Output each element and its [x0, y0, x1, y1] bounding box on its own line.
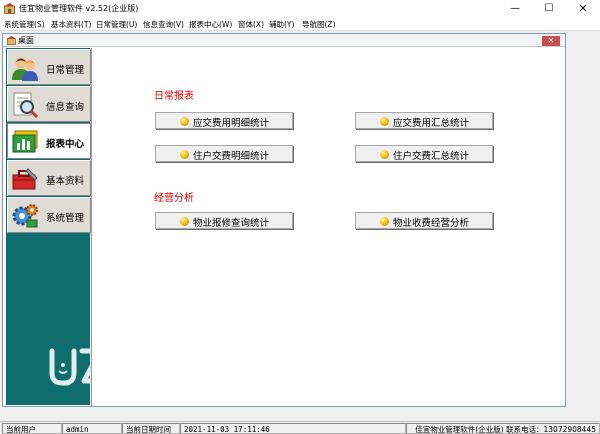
minimize-button[interactable]: — — [498, 0, 532, 18]
sidebar: 日常管理 信息查询 报表中心 基本资料 系统管理 — [6, 48, 107, 405]
child-window-title-bar: 桌面 ✕ — [3, 34, 565, 47]
payable-fees-summary-report-button[interactable]: 应交费用汇总统计 — [355, 112, 493, 129]
menu-bar: 系统管理(S) 基本资料(T) 日常管理(U) 信息查询(V) 报表中心(W) … — [0, 18, 600, 31]
bullet-icon — [180, 217, 189, 226]
button-label: 住户交费汇总统计 — [393, 151, 470, 162]
window-title: 佳宜物业管理软件 v2.52(企业版) — [19, 4, 139, 13]
bullet-icon — [180, 117, 189, 126]
status-app-info: 佳宜物业管理软件(企业版) 联系电话：13072908445 — [406, 423, 600, 434]
menu-navigation[interactable]: 导航图(Z) — [302, 19, 336, 30]
sidebar-item-basic-data[interactable]: 基本资料 — [7, 160, 91, 196]
gear-icon — [12, 204, 38, 228]
report-center-panel: 日常报表 应交费用明细统计 应交费用汇总统计 住户交费明细统计 住户交费汇总统计… — [91, 48, 565, 406]
sidebar-item-label: 报表中心 — [46, 139, 85, 150]
bullet-icon — [380, 217, 389, 226]
repair-query-report-button[interactable]: 物业报修查询统计 — [155, 212, 293, 229]
sidebar-item-reports[interactable]: 报表中心 — [7, 123, 91, 159]
bullet-icon — [380, 150, 389, 159]
bullet-icon — [380, 117, 389, 126]
fee-business-analysis-button[interactable]: 物业收费经营分析 — [355, 212, 493, 229]
button-label: 物业收费经营分析 — [393, 218, 470, 229]
menu-daily[interactable]: 日常管理(U) — [96, 19, 137, 30]
button-label: 住户交费明细统计 — [193, 151, 270, 162]
sidebar-item-daily[interactable]: 日常管理 — [7, 49, 91, 85]
menu-window[interactable]: 窗体(X) — [238, 19, 264, 30]
child-close-button[interactable]: ✕ — [542, 36, 560, 46]
resident-payments-summary-report-button[interactable]: 住户交费汇总统计 — [355, 145, 493, 162]
desktop-window: 桌面 ✕ 日常管理 信息查询 报表中心 基本资料 系统管理 日常报表 应交费用明… — [2, 33, 566, 407]
window-title-bar: 佳宜物业管理软件 v2.52(企业版) — ☐ ✕ — [0, 0, 600, 18]
status-user: admin — [62, 423, 122, 434]
resident-payments-detail-report-button[interactable]: 住户交费明细统计 — [155, 145, 293, 162]
status-user-label: 当前用户 — [2, 423, 62, 434]
menu-reports[interactable]: 报表中心(W) — [189, 19, 232, 30]
report-icon — [12, 130, 38, 153]
close-button[interactable]: ✕ — [566, 0, 600, 18]
sidebar-item-label: 日常管理 — [46, 65, 85, 76]
magnifier-icon — [13, 92, 39, 119]
sidebar-item-label: 信息查询 — [46, 102, 85, 113]
bullet-icon — [180, 150, 189, 159]
menu-basic-data[interactable]: 基本资料(T) — [51, 19, 91, 30]
menu-help[interactable]: 辅助(Y) — [269, 19, 294, 30]
app-icon — [4, 3, 15, 14]
maximize-button[interactable]: ☐ — [532, 0, 566, 18]
sidebar-item-label: 基本资料 — [46, 176, 85, 187]
menu-system[interactable]: 系统管理(S) — [4, 19, 45, 30]
status-datetime: 2021-11-03 17:11:46 — [180, 423, 406, 434]
sidebar-item-system[interactable]: 系统管理 — [7, 197, 91, 233]
button-label: 应交费用明细统计 — [193, 118, 270, 129]
button-label: 应交费用汇总统计 — [393, 118, 470, 129]
section-heading-daily-reports: 日常报表 — [154, 91, 194, 102]
menu-query[interactable]: 信息查询(V) — [143, 19, 184, 30]
people-icon — [12, 57, 38, 81]
child-window-title: 桌面 — [18, 36, 34, 45]
section-heading-business-analysis: 经营分析 — [154, 193, 194, 204]
status-datetime-label: 当前日期时间 — [122, 423, 180, 434]
payable-fees-detail-report-button[interactable]: 应交费用明细统计 — [155, 112, 293, 129]
toolbox-icon — [12, 168, 38, 190]
sidebar-item-label: 系统管理 — [46, 213, 85, 224]
status-bar: 当前用户 admin 当前日期时间 2021-11-03 17:11:46 佳宜… — [0, 421, 600, 434]
sidebar-item-query[interactable]: 信息查询 — [7, 86, 91, 122]
button-label: 物业报修查询统计 — [193, 218, 270, 229]
desktop-icon — [7, 36, 16, 45]
